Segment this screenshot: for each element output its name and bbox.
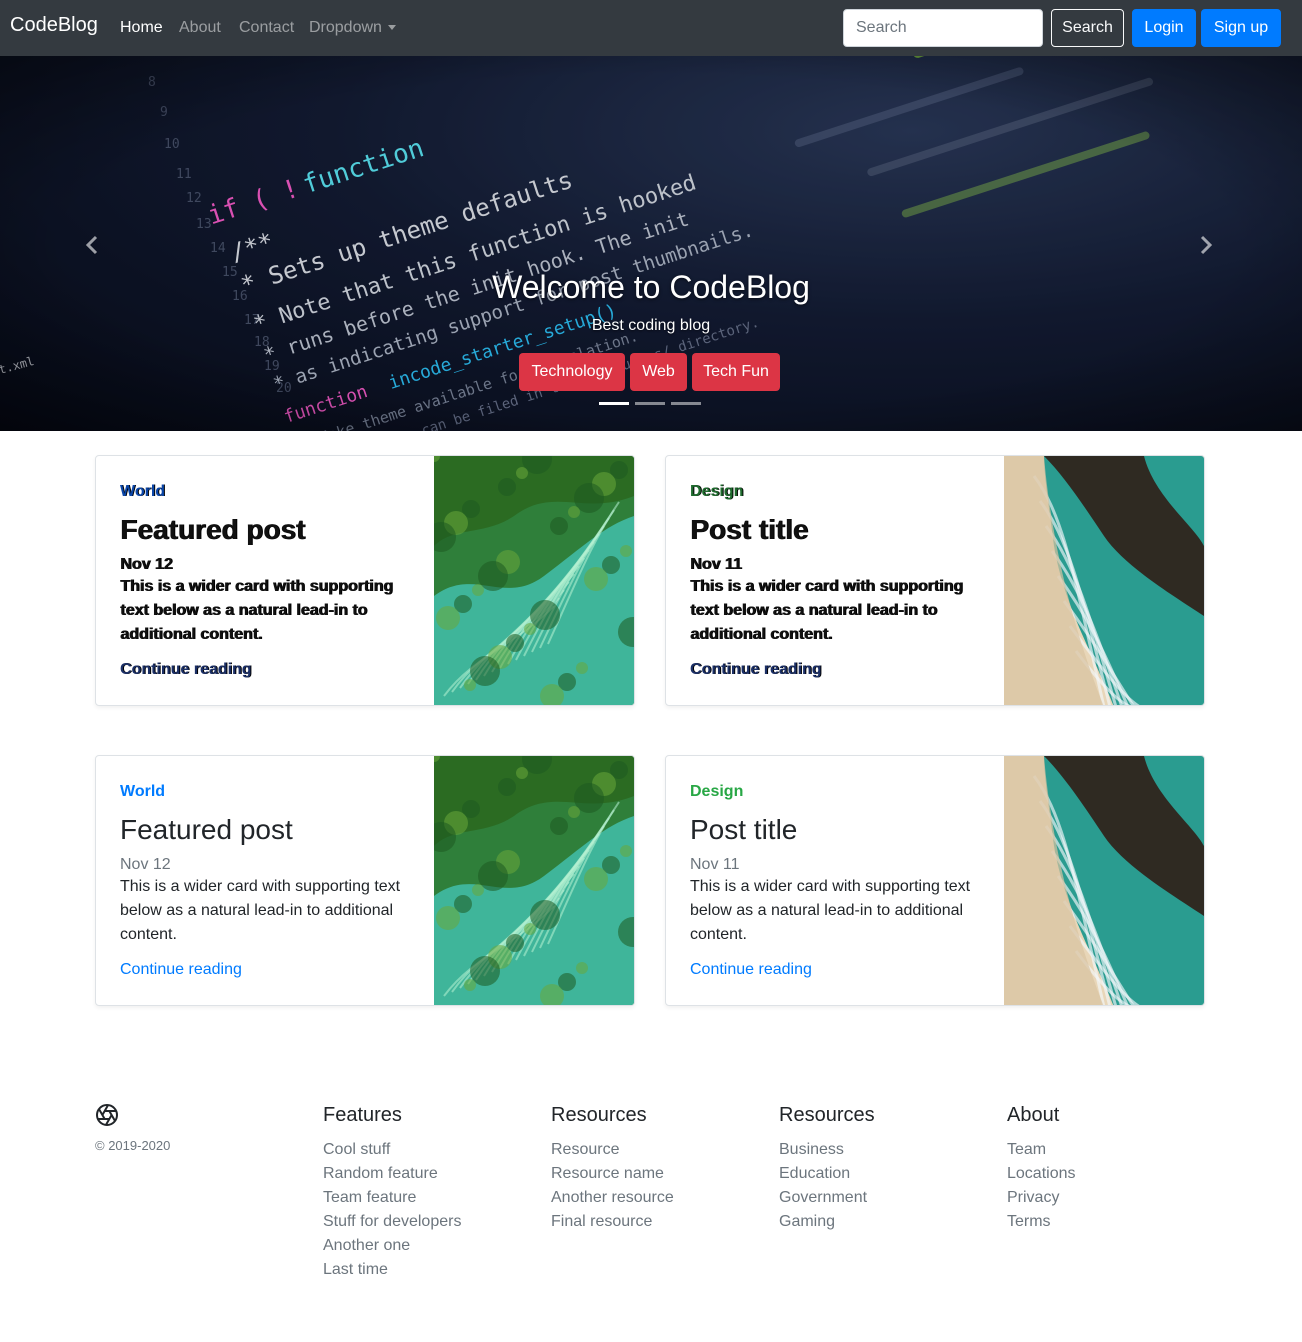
footer-link[interactable]: Privacy: [1007, 1186, 1076, 1210]
login-button[interactable]: Login: [1132, 9, 1196, 47]
hero-title: Welcome to CodeBlog: [492, 269, 810, 305]
copyright-text: © 2019-2020: [95, 1138, 171, 1153]
footer-link[interactable]: Another one: [323, 1234, 461, 1258]
continue-reading-link[interactable]: Continue reading: [690, 661, 822, 679]
navbar: CodeBlog Home About Contact Dropdown Sea…: [0, 0, 1302, 56]
hero-subtitle: Best coding blog: [591, 317, 711, 334]
footer-link[interactable]: Team: [1007, 1138, 1076, 1162]
footer-link[interactable]: Resource name: [551, 1162, 674, 1186]
nav-link-home[interactable]: Home: [120, 19, 163, 37]
nav-link-about[interactable]: About: [179, 19, 221, 37]
carousel-indicator-1[interactable]: [599, 402, 629, 405]
tag-tech-fun-button[interactable]: Tech Fun: [692, 353, 780, 391]
carousel-next-button[interactable]: [1191, 230, 1221, 260]
footer-link[interactable]: Government: [779, 1186, 875, 1210]
search-button[interactable]: Search: [1051, 9, 1124, 47]
post-thumbnail: [434, 756, 634, 1005]
post-title: Post title: [690, 814, 798, 845]
footer-link[interactable]: Team feature: [323, 1186, 461, 1210]
footer-link[interactable]: Another resource: [551, 1186, 674, 1210]
post-category[interactable]: Design: [690, 483, 743, 501]
footer-column-resources: Resources Resource Resource name Another…: [551, 1104, 674, 1234]
nav-dropdown-label: Dropdown: [309, 19, 382, 36]
footer-link[interactable]: Gaming: [779, 1210, 875, 1234]
nav-link-contact[interactable]: Contact: [239, 19, 294, 37]
footer-heading: Resources: [779, 1104, 875, 1126]
post-thumbnail: [1004, 756, 1204, 1005]
hero-carousel: 8910 111213 141516 171819 20 if ( ! func…: [0, 56, 1302, 431]
post-category[interactable]: World: [120, 783, 165, 801]
footer-link[interactable]: Education: [779, 1162, 875, 1186]
footer-link[interactable]: Stuff for developers: [323, 1210, 461, 1234]
post-excerpt: This is a wider card with supporting tex…: [120, 878, 401, 943]
post-excerpt: This is a wider card with supporting tex…: [690, 578, 963, 643]
post-title: Featured post: [120, 514, 306, 545]
footer-link[interactable]: Locations: [1007, 1162, 1076, 1186]
aperture-icon: [96, 1104, 118, 1126]
signup-button[interactable]: Sign up: [1201, 9, 1281, 47]
continue-reading-link[interactable]: Continue reading: [120, 961, 242, 979]
chevron-left-icon: [85, 235, 98, 255]
footer-link[interactable]: Resource: [551, 1138, 674, 1162]
footer-column-about: About Team Locations Privacy Terms: [1007, 1104, 1076, 1234]
footer-link[interactable]: Terms: [1007, 1210, 1076, 1234]
post-date: Nov 11: [690, 556, 742, 573]
search-input[interactable]: [843, 9, 1043, 47]
post-excerpt: This is a wider card with supporting tex…: [120, 578, 393, 643]
post-card: World Featured post Nov 12 This is a wid…: [95, 755, 635, 1006]
post-title: Post title: [690, 514, 809, 545]
chevron-right-icon: [1200, 235, 1213, 255]
footer-heading: Resources: [551, 1104, 647, 1126]
post-date: Nov 12: [120, 856, 171, 873]
post-date: Nov 11: [690, 856, 740, 873]
footer-link[interactable]: Random feature: [323, 1162, 461, 1186]
footer-column-resources-2: Resources Business Education Government …: [779, 1104, 875, 1234]
post-card: Design Post title Nov 11 This is a wider…: [665, 755, 1205, 1006]
post-excerpt: This is a wider card with supporting tex…: [690, 878, 971, 943]
continue-reading-link[interactable]: Continue reading: [120, 661, 252, 679]
footer-heading: Features: [323, 1104, 402, 1126]
post-date: Nov 12: [120, 556, 173, 573]
post-title: Featured post: [120, 814, 293, 845]
post-category[interactable]: World: [120, 483, 420, 501]
carousel-prev-button[interactable]: [77, 230, 107, 260]
post-thumbnail: [434, 456, 634, 705]
footer-link[interactable]: Cool stuff: [323, 1138, 461, 1162]
post-category[interactable]: Design: [690, 783, 743, 801]
nav-dropdown[interactable]: Dropdown: [309, 19, 396, 37]
continue-reading-link[interactable]: Continue reading: [690, 961, 812, 979]
chevron-down-icon: [387, 25, 396, 31]
tag-technology-button[interactable]: Technology: [519, 353, 625, 391]
footer-link[interactable]: Final resource: [551, 1210, 674, 1234]
footer-heading: About: [1007, 1104, 1060, 1126]
post-card: World Featured post Nov 12 This is a wid…: [95, 455, 635, 706]
post-thumbnail: [1004, 456, 1204, 705]
footer-column-features: Features Cool stuff Random feature Team …: [323, 1104, 461, 1282]
brand-logo[interactable]: CodeBlog: [10, 14, 98, 37]
footer-link[interactable]: Business: [779, 1138, 875, 1162]
tag-web-button[interactable]: Web: [630, 353, 687, 391]
post-card: Design Post title Nov 11 This is a wider…: [665, 455, 1205, 706]
carousel-indicator-2[interactable]: [635, 402, 665, 405]
carousel-indicator-3[interactable]: [671, 402, 701, 405]
footer-link[interactable]: Last time: [323, 1258, 461, 1282]
